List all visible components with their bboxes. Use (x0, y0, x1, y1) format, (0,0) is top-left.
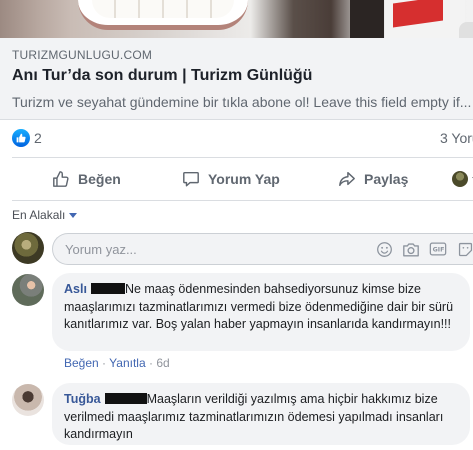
like-reaction-icon[interactable] (12, 129, 30, 147)
svg-text:GIF: GIF (433, 247, 445, 254)
gif-icon[interactable]: GIF (429, 240, 447, 258)
comment-input-placeholder: Yorum yaz... (65, 242, 137, 257)
link-preview[interactable]: TURIZMGUNLUGU.COM Anı Tur’da son durum |… (0, 38, 473, 120)
comment-author-avatar[interactable] (12, 274, 44, 306)
share-button-label: Paylaş (364, 171, 409, 187)
preview-image-teeth (92, 0, 234, 18)
link-description: Turizm ve seyahat gündemine bir tıkla ab… (12, 94, 472, 110)
comment-sort-dropdown[interactable]: En Alakalı (12, 208, 78, 222)
thumbs-up-icon (52, 170, 70, 188)
comment-input[interactable]: Yorum yaz... GIF (52, 233, 473, 265)
post-action-bar: Beğen Yorum Yap Paylaş (12, 157, 473, 201)
comment-author-name[interactable]: Tuğba (64, 392, 101, 406)
link-preview-image[interactable] (0, 0, 473, 38)
reactions-bar: 2 3 Yoru (0, 120, 473, 156)
sticker-icon[interactable] (456, 240, 473, 258)
share-button[interactable]: Paylaş (338, 158, 408, 200)
profile-avatar-small (452, 171, 468, 187)
comment-bubble: Aslı Ne maaş ödenmesinden bahsediyorsunuz… (52, 273, 470, 351)
comment-sort-label: En Alakalı (12, 208, 66, 222)
comment-author-name[interactable]: Aslı (64, 282, 87, 296)
comment-timestamp[interactable]: 6d (156, 356, 169, 370)
comment-author-avatar[interactable] (12, 384, 44, 416)
comment-bubble-icon (182, 170, 200, 188)
comment-actions: Beğen · Yanıtla · 6d (64, 356, 170, 370)
redacted-surname (104, 393, 147, 404)
composer-icons: GIF (375, 240, 473, 258)
reaction-count[interactable]: 2 (34, 130, 42, 146)
current-user-avatar (12, 232, 44, 264)
caret-down-icon (69, 212, 78, 218)
emoji-icon[interactable] (375, 240, 393, 258)
like-button[interactable]: Beğen (52, 158, 121, 200)
comment-like-link[interactable]: Beğen (64, 356, 99, 370)
preview-image-corner (459, 22, 473, 38)
preview-image-person (350, 0, 384, 38)
comment-bubble: Tuğba Maaşların verildiği yazılmış ama hi… (52, 383, 470, 445)
comment-reply-link[interactable]: Yanıtla (109, 356, 145, 370)
comment-button-label: Yorum Yap (208, 171, 280, 187)
link-domain: TURIZMGUNLUGU.COM (12, 48, 153, 62)
comment-count[interactable]: 3 Yoru (440, 130, 473, 146)
post-as-selector[interactable] (452, 158, 473, 200)
redacted-surname (90, 283, 125, 294)
share-arrow-icon (338, 170, 356, 188)
comment-button[interactable]: Yorum Yap (182, 158, 280, 200)
like-button-label: Beğen (78, 171, 121, 187)
link-title[interactable]: Anı Tur’da son durum | Turizm Günlüğü (12, 67, 312, 85)
camera-icon[interactable] (402, 240, 420, 258)
